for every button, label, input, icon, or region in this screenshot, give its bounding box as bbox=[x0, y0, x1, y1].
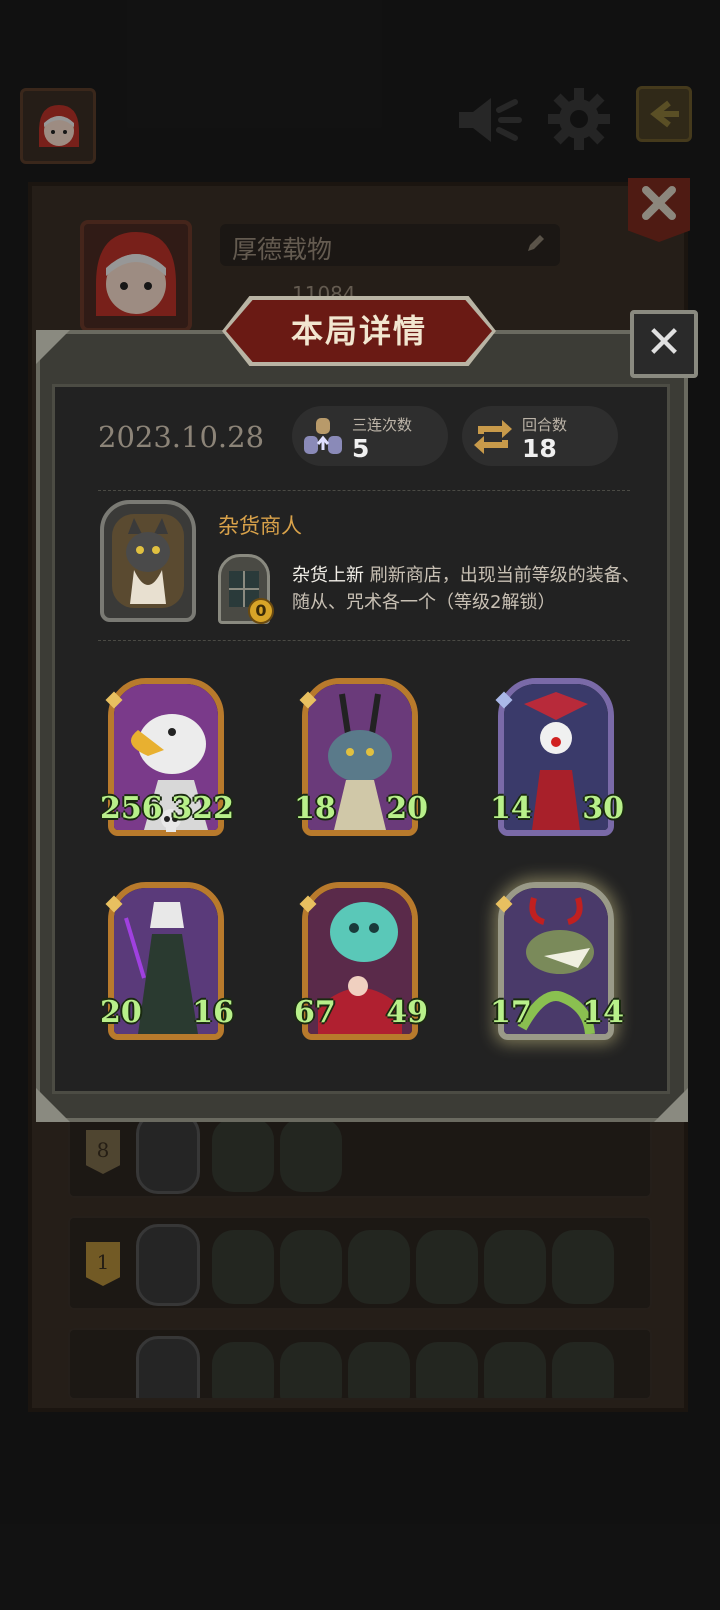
stat-label: 回合数 bbox=[522, 416, 568, 434]
card-health: 20 bbox=[386, 791, 428, 826]
unit-card[interactable]: 20 16 bbox=[100, 882, 234, 1040]
hero-portrait[interactable] bbox=[100, 500, 196, 622]
card-attack: 20 bbox=[100, 995, 142, 1030]
card-attack: 17 bbox=[490, 995, 532, 1030]
card-health: 30 bbox=[582, 791, 624, 826]
unit-card[interactable]: 67 49 bbox=[294, 882, 428, 1040]
skill-name: 杂货上新 bbox=[292, 565, 364, 586]
triple-count-stat: 三连次数 5 bbox=[292, 406, 448, 466]
frame-corner bbox=[36, 330, 70, 364]
skill-cost-coin: 0 bbox=[248, 598, 274, 624]
close-icon: ✕ bbox=[645, 317, 683, 368]
unit-card[interactable]: 18 20 bbox=[294, 678, 428, 836]
card-attack: 18 bbox=[294, 791, 336, 826]
unit-card[interactable]: 17 14 bbox=[490, 882, 624, 1040]
cat-merchant-icon bbox=[112, 514, 184, 608]
hero-name: 杂货商人 bbox=[218, 514, 302, 538]
stat-label: 三连次数 bbox=[352, 416, 413, 434]
card-attack: 256 bbox=[100, 791, 163, 826]
card-health: 14 bbox=[582, 995, 624, 1030]
card-health: 16 bbox=[192, 995, 234, 1030]
modal-close-button[interactable]: ✕ bbox=[630, 310, 698, 378]
card-health: 322 bbox=[171, 791, 234, 826]
unit-card[interactable]: 256 322 bbox=[100, 678, 234, 836]
match-date: 2023.10.28 bbox=[98, 420, 265, 454]
card-health: 49 bbox=[386, 995, 428, 1030]
triple-units-icon bbox=[304, 418, 342, 454]
card-attack: 14 bbox=[490, 791, 532, 826]
rounds-cycle-icon bbox=[474, 420, 512, 454]
modal-title: 本局详情 bbox=[290, 312, 427, 350]
unit-card[interactable]: 14 30 bbox=[490, 678, 624, 836]
card-attack: 67 bbox=[294, 995, 336, 1030]
skill-description: 杂货上新 刷新商店，出现当前等级的装备、随从、咒术各一个（等级2解锁） bbox=[292, 562, 640, 616]
divider bbox=[98, 640, 630, 641]
stat-value: 18 bbox=[522, 434, 557, 463]
round-count-stat: 回合数 18 bbox=[462, 406, 618, 466]
stat-value: 5 bbox=[352, 434, 370, 463]
divider bbox=[98, 490, 630, 491]
